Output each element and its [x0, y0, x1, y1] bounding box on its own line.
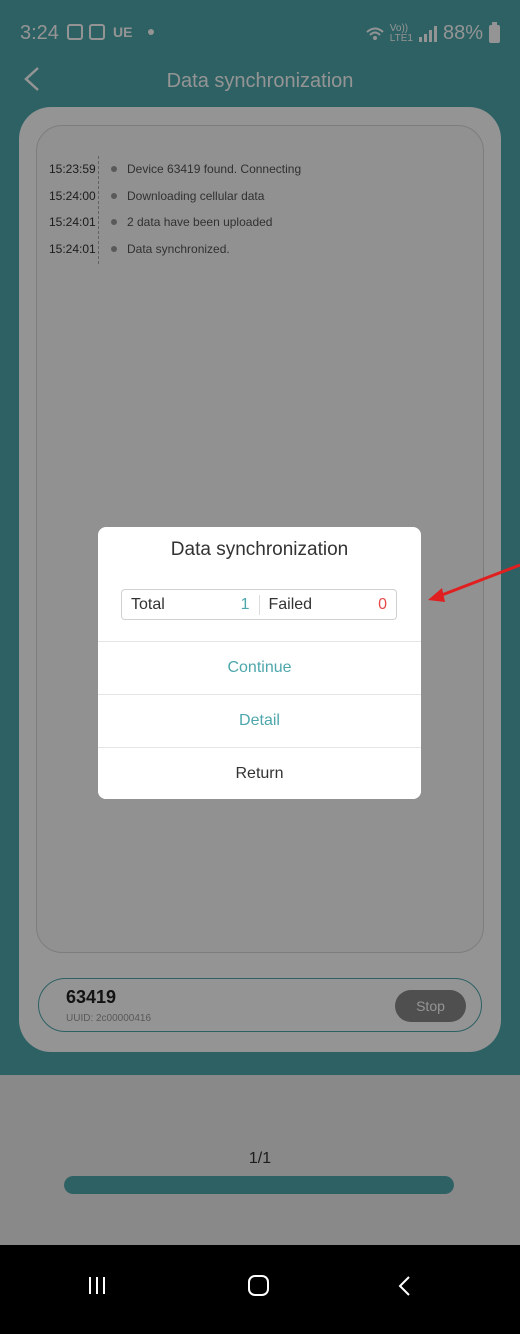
total-value: 1	[240, 595, 250, 613]
system-navigation-bar	[0, 1245, 520, 1334]
annotation-arrow-icon	[428, 563, 520, 602]
return-button[interactable]: Return	[98, 747, 421, 799]
failed-stat: Failed 0	[260, 596, 397, 614]
total-stat: Total 1	[122, 596, 259, 614]
continue-button[interactable]: Continue	[98, 641, 421, 693]
sync-stats: Total 1 Failed 0	[121, 589, 397, 620]
back-icon[interactable]	[397, 1275, 411, 1297]
failed-label: Failed	[268, 595, 313, 613]
detail-button[interactable]: Detail	[98, 694, 421, 746]
failed-value: 0	[378, 595, 387, 613]
app-screen: 3:24 UE Vo)) LTE1 88% Data synchronizati…	[0, 0, 520, 1334]
dialog-title: Data synchronization	[170, 539, 349, 560]
home-icon[interactable]	[248, 1275, 269, 1296]
sync-result-dialog: Data synchronization Total 1 Failed 0 Co…	[98, 527, 421, 799]
recent-apps-icon[interactable]	[89, 1277, 105, 1294]
total-label: Total	[131, 595, 165, 613]
